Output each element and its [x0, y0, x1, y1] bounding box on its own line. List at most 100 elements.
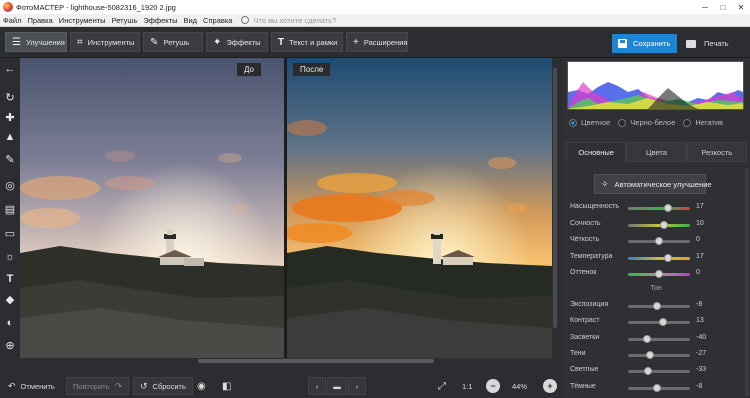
- tab-retouch[interactable]: ✎ Ретушь: [143, 32, 203, 52]
- slider-knob[interactable]: [652, 383, 661, 392]
- brush-tool-icon[interactable]: ✎: [3, 152, 17, 166]
- slider-value: -27: [696, 349, 707, 357]
- gradient-filter-icon[interactable]: ▤: [3, 202, 17, 216]
- crosshair-icon[interactable]: ⊕: [3, 338, 17, 352]
- scroll-thumb[interactable]: [553, 68, 557, 328]
- reset-icon: ↺: [140, 380, 148, 391]
- minus-icon: −: [486, 379, 500, 393]
- slider-knob[interactable]: [658, 318, 667, 327]
- slider-track[interactable]: [628, 370, 690, 374]
- color-drop-icon[interactable]: ◐: [3, 316, 17, 330]
- slider-row: Оттенок 0: [562, 267, 750, 281]
- tab-label: Ретушь: [163, 37, 190, 47]
- slider-knob[interactable]: [663, 253, 672, 262]
- slider-knob[interactable]: [655, 237, 663, 245]
- slider-value: 10: [696, 219, 704, 227]
- app-logo-icon: [3, 2, 13, 12]
- light-icon[interactable]: ☼: [3, 250, 17, 264]
- slider-track[interactable]: [628, 207, 690, 210]
- tab-label: Расширения: [363, 37, 408, 47]
- tab-enhancements[interactable]: ☰ Улучшения: [5, 32, 67, 52]
- slider-knob[interactable]: [663, 204, 672, 212]
- zoom-out-button[interactable]: −: [486, 377, 500, 395]
- ratio-button[interactable]: 1:1: [462, 377, 472, 395]
- slider-row: Насыщенность 17: [562, 201, 750, 215]
- print-button[interactable]: Печать: [680, 34, 745, 53]
- slider-label: Сочность: [570, 219, 601, 227]
- tab-basic[interactable]: Основные: [566, 142, 627, 162]
- slider-knob[interactable]: [659, 220, 668, 229]
- menu-file[interactable]: Файл: [0, 16, 24, 25]
- fit-screen-icon[interactable]: ⤢: [438, 377, 446, 395]
- tab-tools[interactable]: ⌗ Инструменты: [70, 32, 140, 52]
- slider-knob[interactable]: [644, 367, 653, 376]
- menu-bar: Файл Правка Инструменты Ретушь Эффекты В…: [0, 14, 750, 27]
- slider-label: Температура: [570, 252, 613, 260]
- horizontal-scrollbar[interactable]: [20, 358, 552, 364]
- next-image-button[interactable]: ›: [348, 377, 366, 395]
- mode-bw[interactable]: Черно-белое: [618, 118, 675, 127]
- maximize-icon[interactable]: □: [714, 0, 732, 14]
- redo-button[interactable]: Повторить ↷: [66, 377, 130, 395]
- tab-sharpness[interactable]: Резкость: [686, 142, 747, 162]
- scroll-thumb[interactable]: [198, 359, 434, 363]
- search-placeholder[interactable]: Что вы хотите сделать?: [253, 16, 336, 25]
- slider-knob[interactable]: [642, 334, 651, 343]
- slider-value: -33: [696, 366, 707, 374]
- plus-icon: +: [353, 36, 359, 48]
- after-image: [287, 58, 552, 358]
- slider-row: Температура 17: [562, 251, 750, 265]
- radial-filter-icon[interactable]: ◎: [3, 178, 17, 192]
- text-tool-icon[interactable]: T: [3, 272, 17, 286]
- search-box[interactable]: Что вы хотите сделать?: [241, 16, 336, 25]
- menu-retouch[interactable]: Ретушь: [109, 16, 141, 25]
- menu-view[interactable]: Вид: [180, 16, 200, 25]
- slider-track[interactable]: [628, 353, 690, 357]
- slider-track[interactable]: [628, 256, 690, 260]
- tab-text-frames[interactable]: T Текст и рамки: [271, 32, 343, 52]
- save-button[interactable]: Сохранить: [612, 34, 677, 53]
- bandage-icon[interactable]: ✚: [3, 110, 17, 124]
- slider-knob[interactable]: [652, 302, 661, 310]
- slider-row: Тёмные -8: [562, 381, 750, 395]
- paint-bucket-icon[interactable]: ◆: [3, 292, 17, 306]
- tab-colors[interactable]: Цвета: [626, 142, 687, 162]
- open-folder-button[interactable]: ▬: [327, 377, 347, 395]
- compare-icon[interactable]: ◧: [222, 377, 231, 395]
- auto-enhance-button[interactable]: ✧ Автоматическое улучшение: [594, 174, 712, 194]
- close-icon[interactable]: ✕: [732, 0, 750, 14]
- menu-effects[interactable]: Эффекты: [140, 16, 180, 25]
- search-icon: [241, 16, 250, 24]
- magic-wand-icon: ✦: [213, 36, 222, 48]
- mode-color[interactable]: Цветное: [569, 118, 610, 127]
- minimize-icon[interactable]: ─: [696, 0, 714, 14]
- rotate-icon[interactable]: ↻: [3, 90, 17, 104]
- menu-help[interactable]: Справка: [200, 16, 235, 25]
- slider-knob[interactable]: [646, 350, 655, 359]
- save-label: Сохранить: [633, 39, 671, 48]
- reset-button[interactable]: ↺ Сбросить: [133, 377, 193, 395]
- panel-scrollbar[interactable]: [745, 168, 749, 396]
- stamp-icon[interactable]: ▲: [3, 130, 17, 144]
- back-arrow-icon[interactable]: ←: [3, 62, 17, 76]
- bottom-bar: ↶ Отменить Повторить ↷ ↺ Сбросить ◉ ◧ ‹ …: [0, 374, 562, 398]
- slider-track[interactable]: [628, 337, 690, 341]
- tab-extensions[interactable]: + Расширения: [346, 32, 408, 52]
- menu-tools[interactable]: Инструменты: [56, 16, 109, 25]
- window-title: ФотоМАСТЕР - lighthouse-5082316_1920 2.j…: [16, 2, 176, 12]
- image-canvas[interactable]: До После: [20, 58, 552, 364]
- prev-image-button[interactable]: ‹: [308, 377, 326, 395]
- mode-negative[interactable]: Негатив: [683, 118, 723, 127]
- sliders-icon: ☰: [12, 36, 21, 48]
- undo-button[interactable]: ↶ Отменить: [8, 377, 55, 395]
- text-icon: T: [278, 36, 285, 48]
- zoom-in-button[interactable]: +: [543, 377, 557, 395]
- slider-knob[interactable]: [655, 270, 663, 278]
- vertical-scrollbar[interactable]: [552, 58, 558, 364]
- vignette-icon[interactable]: ▭: [3, 226, 17, 240]
- menu-edit[interactable]: Правка: [24, 16, 55, 25]
- slider-value: 13: [696, 317, 704, 325]
- tab-label: Улучшения: [25, 37, 65, 47]
- tab-effects[interactable]: ✦ Эффекты: [206, 32, 268, 52]
- eye-icon[interactable]: ◉: [197, 377, 206, 395]
